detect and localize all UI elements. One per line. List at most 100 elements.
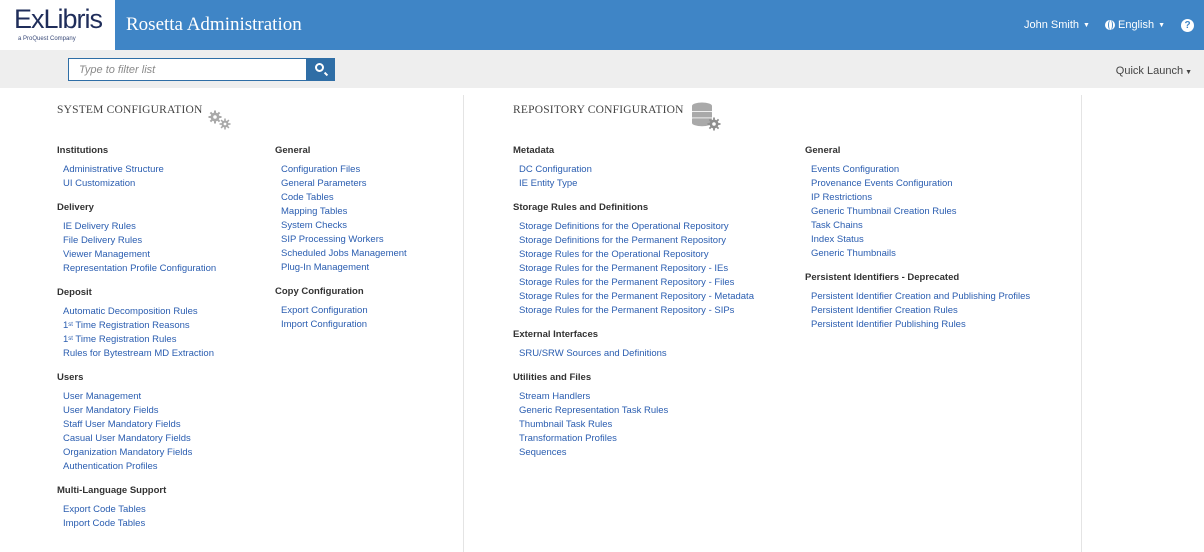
- help-icon[interactable]: ?: [1181, 18, 1194, 32]
- group-header: Metadata: [513, 145, 555, 156]
- link-ie-delivery-rules[interactable]: IE Delivery Rules: [63, 220, 216, 234]
- link-staff-user-mandatory-fields[interactable]: Staff User Mandatory Fields: [63, 418, 216, 432]
- group-external-interfaces: External Interfaces SRU/SRW Sources and …: [513, 329, 754, 361]
- quick-launch-menu[interactable]: Quick Launch ▼: [1116, 65, 1192, 77]
- group-header: Delivery: [57, 202, 94, 213]
- group-header: Multi-Language Support: [57, 485, 167, 496]
- exlibris-logo[interactable]: ExLibris a ProQuest Company: [0, 0, 115, 50]
- link-generic-thumbnails[interactable]: Generic Thumbnails: [811, 247, 1030, 261]
- user-name: John Smith: [1024, 19, 1080, 31]
- group-multi-language-support: Multi-Language Support Export Code Table…: [57, 485, 216, 531]
- link-index-status[interactable]: Index Status: [811, 233, 1030, 247]
- link-plug-in-management[interactable]: Plug-In Management: [281, 261, 407, 275]
- link-export-configuration[interactable]: Export Configuration: [281, 304, 407, 318]
- group-institutions: Institutions Administrative Structure UI…: [57, 145, 216, 191]
- link-code-tables[interactable]: Code Tables: [281, 191, 407, 205]
- link-import-code-tables[interactable]: Import Code Tables: [63, 517, 216, 531]
- link-casual-user-mandatory-fields[interactable]: Casual User Mandatory Fields: [63, 432, 216, 446]
- group-general: General Configuration Files General Para…: [275, 145, 407, 275]
- link-thumbnail-task-rules[interactable]: Thumbnail Task Rules: [519, 418, 754, 432]
- group-header: Copy Configuration: [275, 286, 364, 297]
- link-sru-srw-sources[interactable]: SRU/SRW Sources and Definitions: [519, 347, 754, 361]
- repo-config-column-1: Metadata DC Configuration IE Entity Type…: [513, 145, 754, 471]
- group-header: General: [805, 145, 841, 156]
- repo-config-column-2: General Events Configuration Provenance …: [805, 145, 1030, 343]
- header-actions: John Smith ▼ English ▼ ?: [1024, 17, 1194, 33]
- user-menu[interactable]: John Smith ▼: [1024, 19, 1090, 31]
- link-events-configuration[interactable]: Events Configuration: [811, 163, 1030, 177]
- link-first-time-registration-reasons[interactable]: 1st Time Registration Reasons: [63, 319, 216, 333]
- link-sequences[interactable]: Sequences: [519, 446, 754, 460]
- link-automatic-decomposition-rules[interactable]: Automatic Decomposition Rules: [63, 305, 216, 319]
- link-user-management[interactable]: User Management: [63, 390, 216, 404]
- group-header: General: [275, 145, 311, 156]
- group-general: General Events Configuration Provenance …: [805, 145, 1030, 261]
- group-header: Deposit: [57, 287, 92, 298]
- link-scheduled-jobs-management[interactable]: Scheduled Jobs Management: [281, 247, 407, 261]
- group-copy-configuration: Copy Configuration Export Configuration …: [275, 286, 407, 332]
- link-viewer-management[interactable]: Viewer Management: [63, 248, 216, 262]
- search-icon: [315, 63, 324, 72]
- link-storage-definitions-operational[interactable]: Storage Definitions for the Operational …: [519, 220, 754, 234]
- repository-configuration-title: REPOSITORY CONFIGURATION: [513, 104, 684, 116]
- group-metadata: Metadata DC Configuration IE Entity Type: [513, 145, 754, 191]
- group-delivery: Delivery IE Delivery Rules File Delivery…: [57, 202, 216, 276]
- filter-list-input[interactable]: [68, 58, 307, 81]
- link-sip-processing-workers[interactable]: SIP Processing Workers: [281, 233, 407, 247]
- link-import-configuration[interactable]: Import Configuration: [281, 318, 407, 332]
- group-header: External Interfaces: [513, 329, 599, 340]
- link-storage-rules-permanent-sips[interactable]: Storage Rules for the Permanent Reposito…: [519, 304, 754, 318]
- search-button[interactable]: [307, 58, 335, 81]
- link-general-parameters[interactable]: General Parameters: [281, 177, 407, 191]
- column-divider: [1081, 95, 1082, 552]
- system-config-column-2: General Configuration Files General Para…: [275, 145, 407, 343]
- link-storage-rules-operational[interactable]: Storage Rules for the Operational Reposi…: [519, 248, 754, 262]
- link-ui-customization[interactable]: UI Customization: [63, 177, 216, 191]
- link-storage-rules-permanent-ies[interactable]: Storage Rules for the Permanent Reposito…: [519, 262, 754, 276]
- group-utilities-and-files: Utilities and Files Stream Handlers Gene…: [513, 372, 754, 460]
- link-rules-bytestream-md-extraction[interactable]: Rules for Bytestream MD Extraction: [63, 347, 216, 361]
- top-bar: ExLibris a ProQuest Company Rosetta Admi…: [0, 0, 1204, 50]
- column-divider: [463, 95, 464, 552]
- link-representation-profile-configuration[interactable]: Representation Profile Configuration: [63, 262, 216, 276]
- language-label: English: [1117, 19, 1155, 31]
- group-header: Institutions: [57, 145, 109, 156]
- link-authentication-profiles[interactable]: Authentication Profiles: [63, 460, 216, 474]
- link-generic-representation-task-rules[interactable]: Generic Representation Task Rules: [519, 404, 754, 418]
- link-ip-restrictions[interactable]: IP Restrictions: [811, 191, 1030, 205]
- link-pid-creation-rules[interactable]: Persistent Identifier Creation Rules: [811, 304, 1030, 318]
- link-transformation-profiles[interactable]: Transformation Profiles: [519, 432, 754, 446]
- link-organization-mandatory-fields[interactable]: Organization Mandatory Fields: [63, 446, 216, 460]
- link-stream-handlers[interactable]: Stream Handlers: [519, 390, 754, 404]
- link-ie-entity-type[interactable]: IE Entity Type: [519, 177, 754, 191]
- link-dc-configuration[interactable]: DC Configuration: [519, 163, 754, 177]
- app-title[interactable]: Rosetta Administration: [126, 14, 302, 36]
- language-caret-icon: ▼: [1158, 21, 1165, 29]
- link-administrative-structure[interactable]: Administrative Structure: [63, 163, 216, 177]
- group-users: Users User Management User Mandatory Fie…: [57, 372, 216, 474]
- quick-launch-label: Quick Launch: [1115, 65, 1184, 77]
- group-header: Utilities and Files: [513, 372, 592, 383]
- link-storage-rules-permanent-files[interactable]: Storage Rules for the Permanent Reposito…: [519, 276, 754, 290]
- link-generic-thumbnail-creation-rules[interactable]: Generic Thumbnail Creation Rules: [811, 205, 1030, 219]
- logo-text: ExLibris: [14, 4, 103, 34]
- link-pid-creation-publishing-profiles[interactable]: Persistent Identifier Creation and Publi…: [811, 290, 1030, 304]
- link-file-delivery-rules[interactable]: File Delivery Rules: [63, 234, 216, 248]
- link-storage-definitions-permanent[interactable]: Storage Definitions for the Permanent Re…: [519, 234, 754, 248]
- quick-launch-caret-icon: ▼: [1185, 69, 1192, 76]
- link-first-time-registration-rules[interactable]: 1st Time Registration Rules: [63, 333, 216, 347]
- link-export-code-tables[interactable]: Export Code Tables: [63, 503, 216, 517]
- link-system-checks[interactable]: System Checks: [281, 219, 407, 233]
- system-config-column-1: Institutions Administrative Structure UI…: [57, 145, 216, 542]
- link-mapping-tables[interactable]: Mapping Tables: [281, 205, 407, 219]
- link-user-mandatory-fields[interactable]: User Mandatory Fields: [63, 404, 216, 418]
- link-storage-rules-permanent-metadata[interactable]: Storage Rules for the Permanent Reposito…: [519, 290, 754, 304]
- group-header: Users: [57, 372, 84, 383]
- link-provenance-events-configuration[interactable]: Provenance Events Configuration: [811, 177, 1030, 191]
- logo-subtitle: a ProQuest Company: [18, 36, 76, 42]
- link-pid-publishing-rules[interactable]: Persistent Identifier Publishing Rules: [811, 318, 1030, 332]
- link-task-chains[interactable]: Task Chains: [811, 219, 1030, 233]
- link-configuration-files[interactable]: Configuration Files: [281, 163, 407, 177]
- language-menu[interactable]: English ▼: [1104, 19, 1165, 31]
- globe-icon: [1104, 20, 1115, 30]
